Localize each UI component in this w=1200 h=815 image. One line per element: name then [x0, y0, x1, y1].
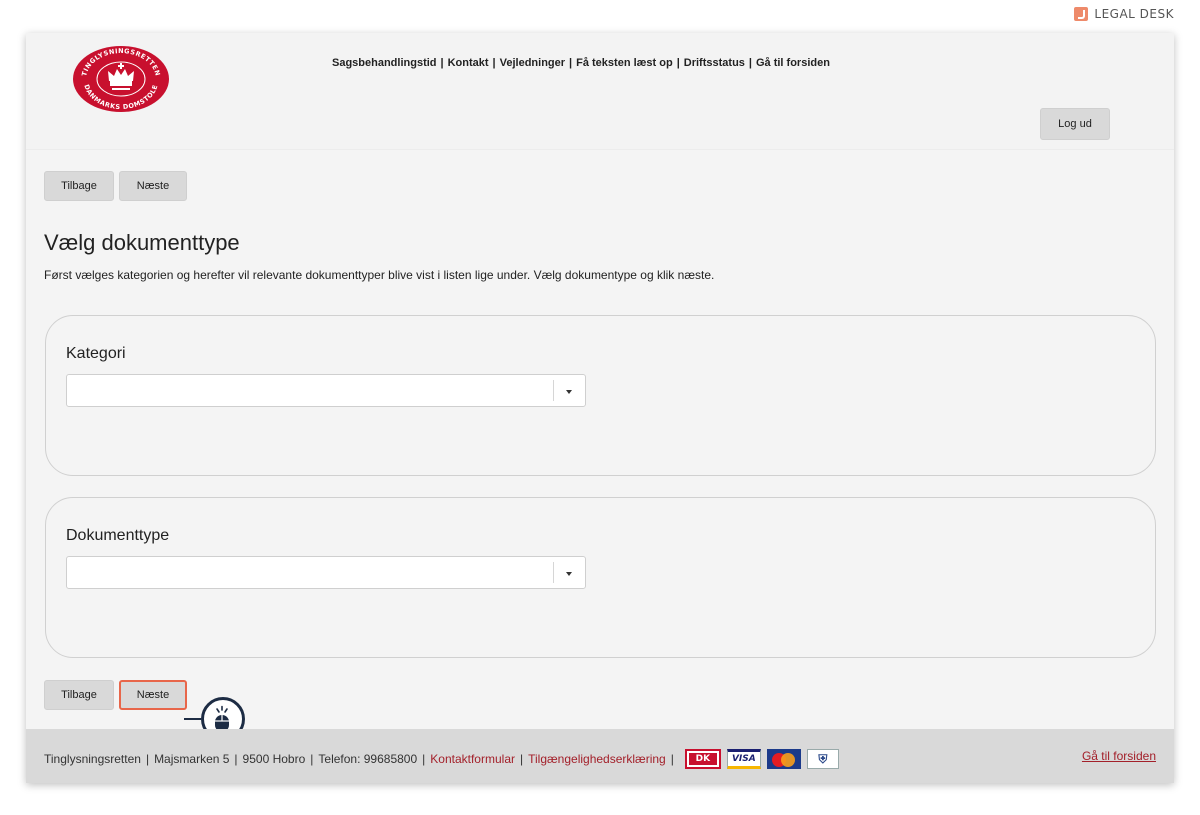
click-indicator-line — [184, 718, 201, 720]
document-type-panel: Dokumenttype — [45, 497, 1156, 658]
logout-button[interactable]: Log ud — [1040, 108, 1110, 140]
footer-home-link[interactable]: Gå til forsiden — [1082, 749, 1156, 763]
wizard-nav-bottom: Tilbage Næste — [44, 680, 187, 710]
footer-city: 9500 Hobro — [242, 752, 306, 766]
top-navigation: Sagsbehandlingstid | Kontakt | Vejledninger |… — [332, 57, 830, 69]
category-select[interactable] — [66, 374, 586, 407]
page-intro: Først vælges kategorien og herefter vil … — [44, 268, 715, 282]
footer-phone: Telefon: 99685800 — [318, 752, 418, 766]
mastercard-icon — [766, 749, 801, 769]
legal-desk-badge: LEGAL DESK — [1074, 7, 1174, 21]
browser-page: TINGLYSNINGSRETTEN DANMARKS DOMSTOLE Sag… — [26, 33, 1174, 783]
footer-org: Tinglysningsretten — [44, 752, 141, 766]
site-header: TINGLYSNINGSRETTEN DANMARKS DOMSTOLE Sag… — [26, 33, 1174, 150]
footer-contact-info: Tinglysningsretten | Majsmarken 5 | 9500… — [44, 749, 839, 769]
legal-desk-label: LEGAL DESK — [1094, 7, 1174, 21]
document-type-select[interactable] — [66, 556, 586, 589]
page-title: Vælg dokumenttype — [44, 230, 240, 255]
nav-link-vejledninger[interactable]: Vejledninger — [500, 57, 565, 69]
nav-link-read-aloud[interactable]: Få teksten læst op — [576, 57, 673, 69]
site-footer: Tinglysningsretten | Majsmarken 5 | 9500… — [26, 729, 1174, 783]
wizard-nav-top: Tilbage Næste — [44, 171, 187, 201]
visa-card-icon: VISA — [726, 749, 761, 769]
contact-form-link[interactable]: Kontaktformular — [430, 752, 515, 766]
document-type-label: Dokumenttype — [66, 527, 170, 544]
select-divider — [553, 562, 554, 583]
next-button-bottom[interactable]: Næste — [119, 680, 187, 710]
dankort-card-icon: DK — [684, 749, 721, 769]
court-seal-logo[interactable]: TINGLYSNINGSRETTEN DANMARKS DOMSTOLE — [72, 43, 170, 118]
legal-desk-logo-icon — [1074, 7, 1089, 21]
nav-link-kontakt[interactable]: Kontakt — [448, 57, 489, 69]
category-panel: Kategori — [45, 315, 1156, 476]
category-label: Kategori — [66, 345, 126, 362]
verified-payment-icon: ⛨ — [806, 749, 839, 769]
chevron-down-icon[interactable] — [566, 390, 572, 394]
nav-link-sagsbehandlingstid[interactable]: Sagsbehandlingstid — [332, 57, 437, 69]
chevron-down-icon[interactable] — [566, 572, 572, 576]
nav-link-home[interactable]: Gå til forsiden — [756, 57, 830, 69]
next-button-top[interactable]: Næste — [119, 171, 187, 201]
select-divider — [553, 380, 554, 401]
accessibility-statement-link[interactable]: Tilgængelighedserklæring — [528, 752, 666, 766]
nav-link-driftsstatus[interactable]: Driftsstatus — [684, 57, 745, 69]
footer-address: Majsmarken 5 — [154, 752, 230, 766]
back-button-top[interactable]: Tilbage — [44, 171, 114, 201]
back-button-bottom[interactable]: Tilbage — [44, 680, 114, 710]
